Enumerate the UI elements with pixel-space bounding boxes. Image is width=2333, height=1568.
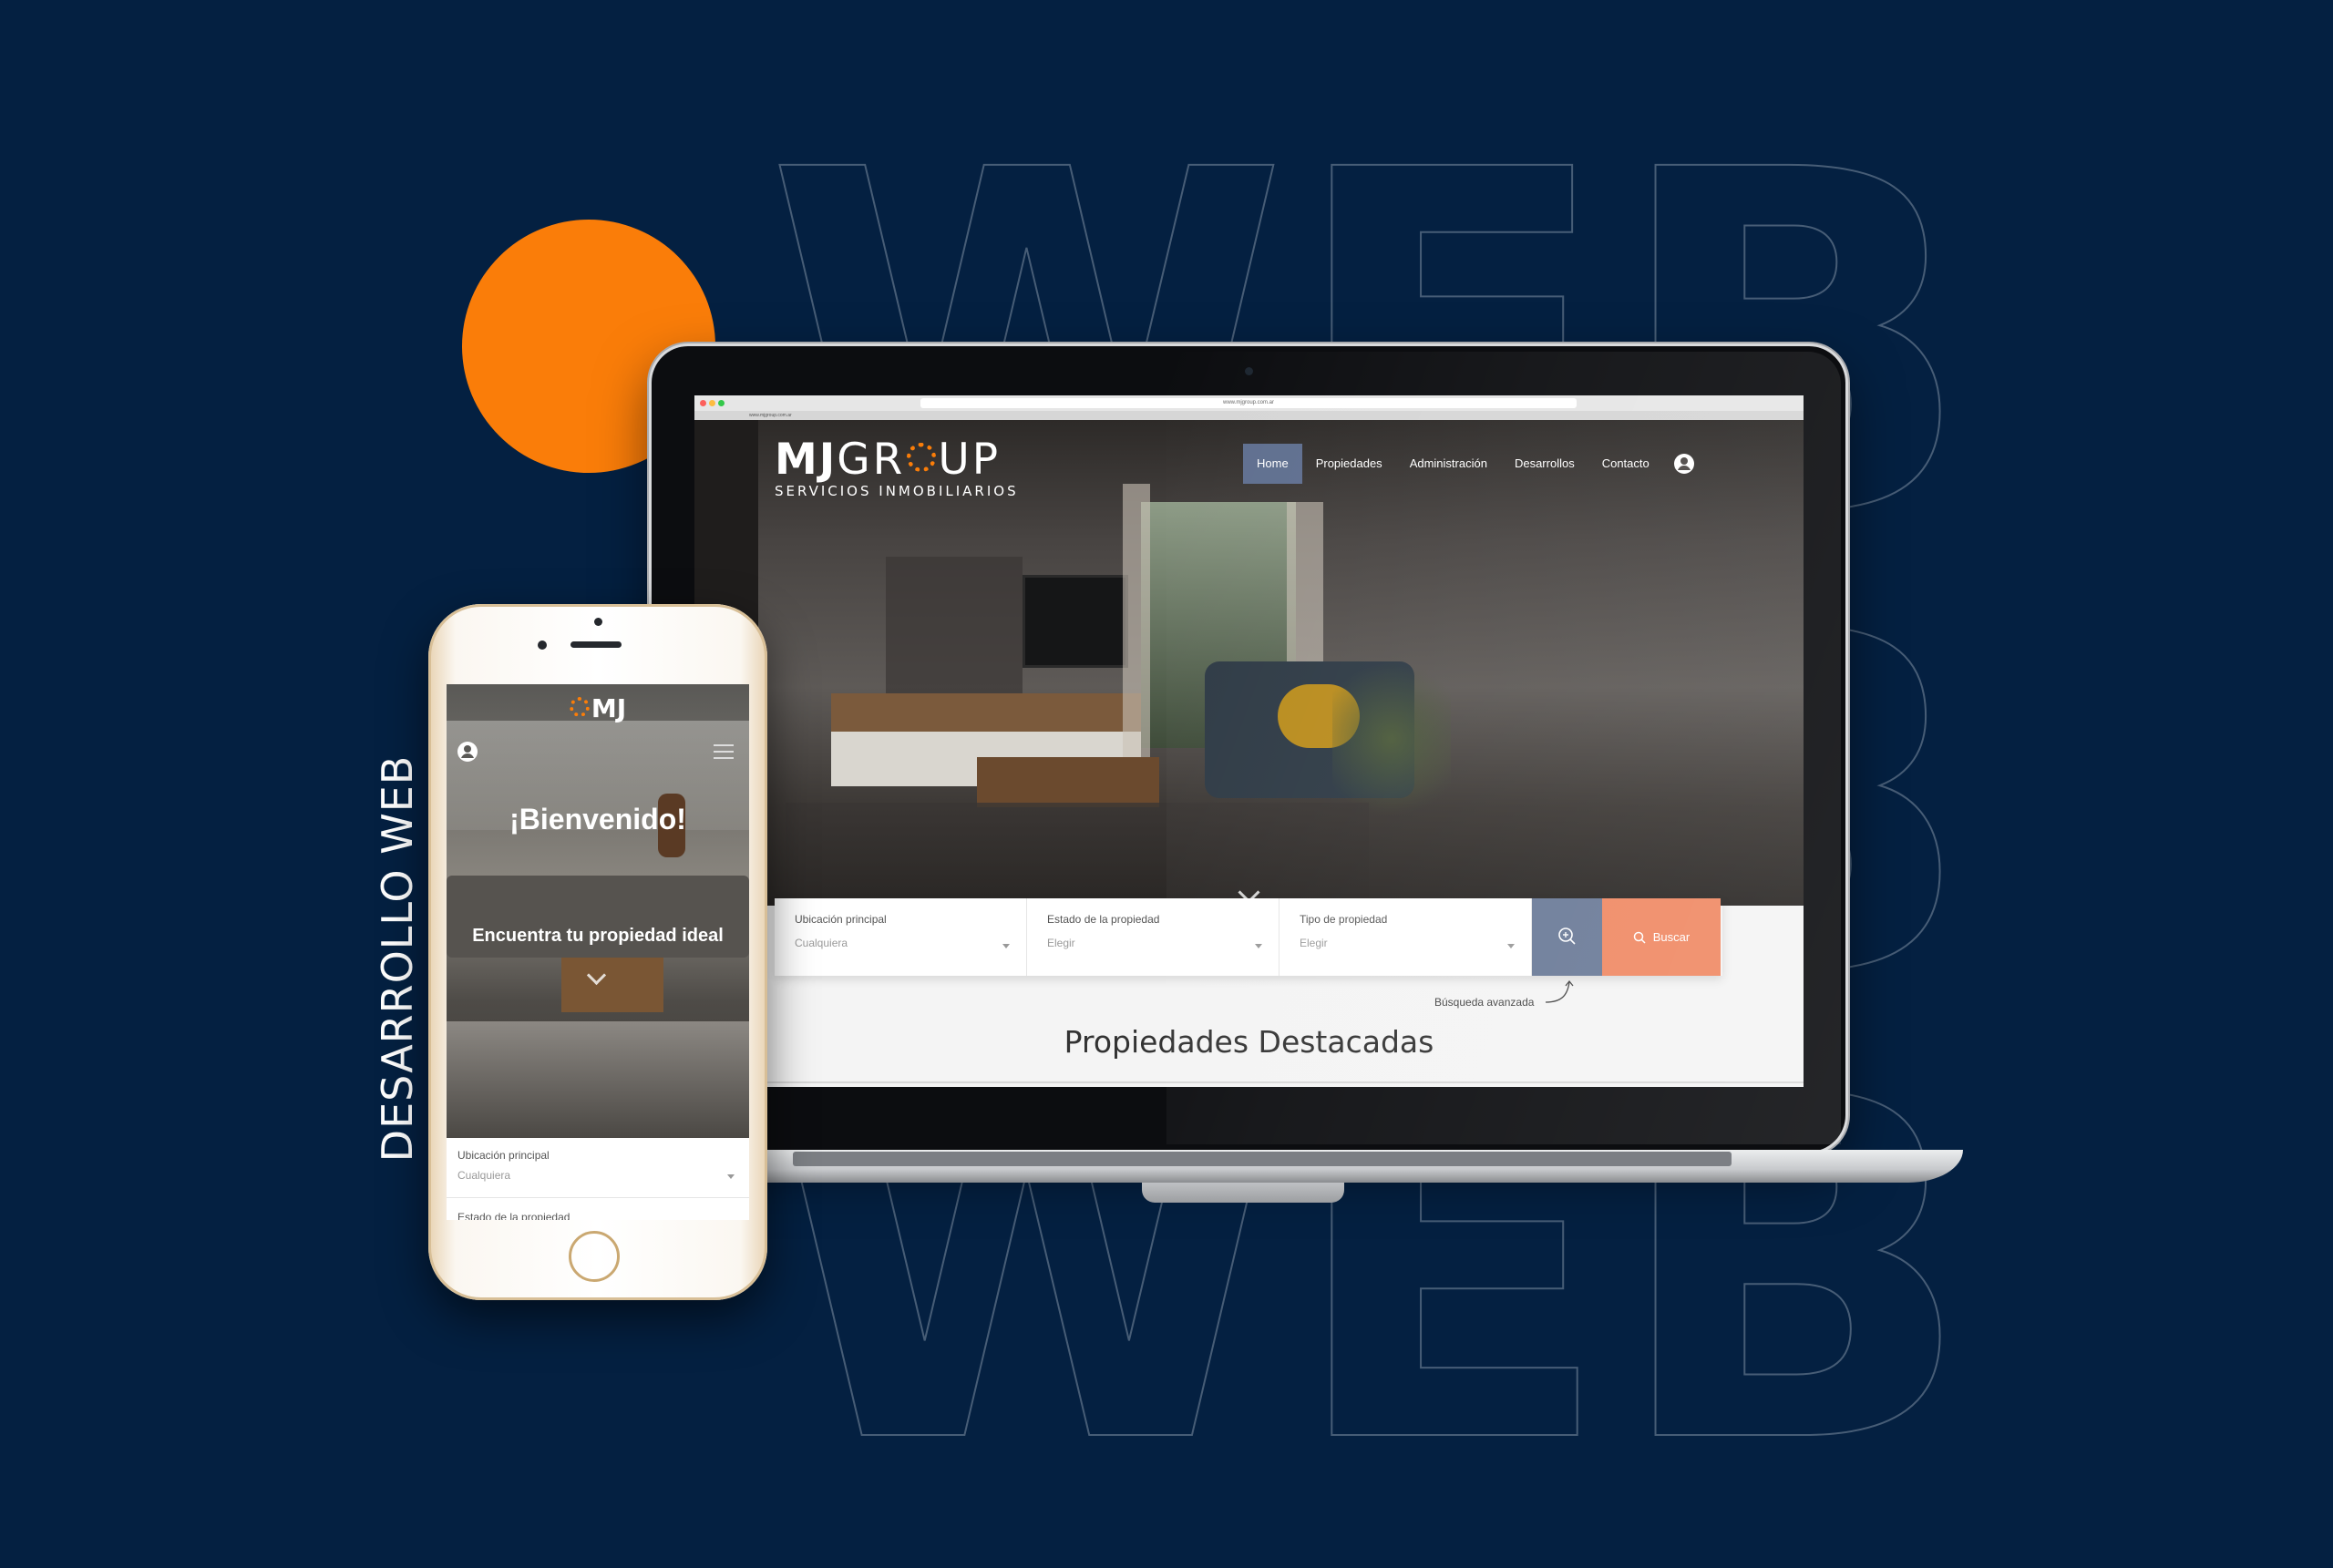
logo-mj: MJ [775, 435, 838, 485]
nav-administracion[interactable]: Administración [1396, 444, 1501, 484]
location-select[interactable]: Ubicación principal Cualquiera [775, 898, 1027, 976]
advanced-search-link[interactable]: Búsqueda avanzada [1434, 996, 1534, 1009]
zoom-in-icon [1558, 927, 1576, 945]
main-nav: Home Propiedades Administración Desarrol… [1243, 444, 1694, 484]
room-wall-panel [886, 557, 1023, 712]
phone-floor-image [447, 1021, 749, 1138]
property-status-value: Elegir [1047, 937, 1075, 949]
property-search-bar: Ubicación principal Cualquiera Estado de… [775, 898, 1722, 976]
nav-home[interactable]: Home [1243, 444, 1302, 484]
location-value: Cualquiera [795, 937, 848, 949]
phone-screen: MJ ¡Bienvenido! Encuentra tu propiedad i… [447, 684, 749, 1220]
keyboard-edge [793, 1152, 1732, 1166]
location-value: Cualquiera [457, 1169, 511, 1182]
close-dot-icon[interactable] [700, 400, 706, 406]
hero-section: MJGR UP SERVICIOS INMOBILIARIOS Home Prop… [694, 420, 1804, 906]
search-icon [1633, 931, 1646, 944]
caret-down-icon [1507, 944, 1515, 948]
caret-down-icon [1002, 944, 1010, 948]
floor-image [786, 803, 1369, 903]
logo-gr: GR [837, 435, 906, 485]
search-button[interactable]: Buscar [1602, 898, 1721, 976]
coffee-table-image [977, 757, 1159, 807]
advanced-search-button[interactable] [1532, 898, 1602, 976]
phone-hero-section: MJ ¡Bienvenido! Encuentra tu propiedad i… [447, 684, 749, 1138]
maximize-dot-icon[interactable] [718, 400, 725, 406]
property-status-label: Estado de la propiedad [457, 1211, 570, 1220]
vertical-title: DESARROLLO WEB [373, 754, 422, 1163]
property-type-label: Tipo de propiedad [1300, 913, 1388, 926]
nav-desarrollos[interactable]: Desarrollos [1501, 444, 1588, 484]
location-label: Ubicación principal [795, 913, 887, 926]
laptop-notch [1142, 1183, 1344, 1203]
phone-logo-text: MJ [591, 693, 627, 723]
laptop-screen: www.mjgroup.com.ar www.mjgroup.com.ar MJ… [694, 395, 1804, 1087]
logo-subtitle: SERVICIOS INMOBILIARIOS [775, 483, 1019, 499]
nav-propiedades[interactable]: Propiedades [1302, 444, 1396, 484]
divider [694, 1081, 1804, 1083]
featured-properties-title: Propiedades Destacadas [1064, 1024, 1434, 1060]
address-bar[interactable]: www.mjgroup.com.ar [920, 398, 1577, 408]
hamburger-menu-icon[interactable] [714, 744, 734, 764]
tagline: Encuentra tu propiedad ideal [472, 926, 724, 946]
phone-logo[interactable]: MJ [447, 693, 749, 723]
laptop-camera [1245, 367, 1253, 375]
browser-toolbar: www.mjgroup.com.ar [694, 395, 1804, 412]
property-status-label: Estado de la propiedad [1047, 913, 1160, 926]
tv-cabinet-image [831, 693, 1141, 732]
phone-speaker [570, 641, 622, 648]
welcome-heading: ¡Bienvenido! [509, 803, 686, 835]
caret-down-icon [727, 1174, 735, 1179]
phone-sensor [538, 641, 547, 650]
location-select[interactable]: Ubicación principal Cualquiera [447, 1138, 749, 1198]
user-account-icon[interactable] [1673, 454, 1694, 474]
phone-home-button[interactable] [569, 1231, 620, 1282]
nav-contacto[interactable]: Contacto [1588, 444, 1663, 484]
location-label: Ubicación principal [457, 1149, 550, 1162]
search-button-label: Buscar [1652, 930, 1691, 944]
phone-table-image [561, 958, 663, 1012]
logo-up: UP [938, 435, 1002, 485]
logo-o-icon [569, 697, 590, 717]
user-account-icon[interactable] [457, 742, 478, 762]
property-status-select[interactable]: Estado de la propiedad Elegir [1027, 898, 1280, 976]
tv-image [1023, 575, 1128, 668]
curtain-left [1123, 484, 1150, 757]
phone-camera [594, 618, 602, 626]
property-type-select[interactable]: Tipo de propiedad Elegir [1280, 898, 1532, 976]
curved-arrow-icon [1545, 979, 1574, 1003]
caret-down-icon [1255, 944, 1262, 948]
site-logo[interactable]: MJGR UP SERVICIOS INMOBILIARIOS [775, 438, 1019, 499]
logo-o-icon [907, 443, 937, 472]
property-type-value: Elegir [1300, 937, 1328, 949]
minimize-dot-icon[interactable] [709, 400, 715, 406]
browser-tab[interactable]: www.mjgroup.com.ar [694, 411, 1804, 420]
